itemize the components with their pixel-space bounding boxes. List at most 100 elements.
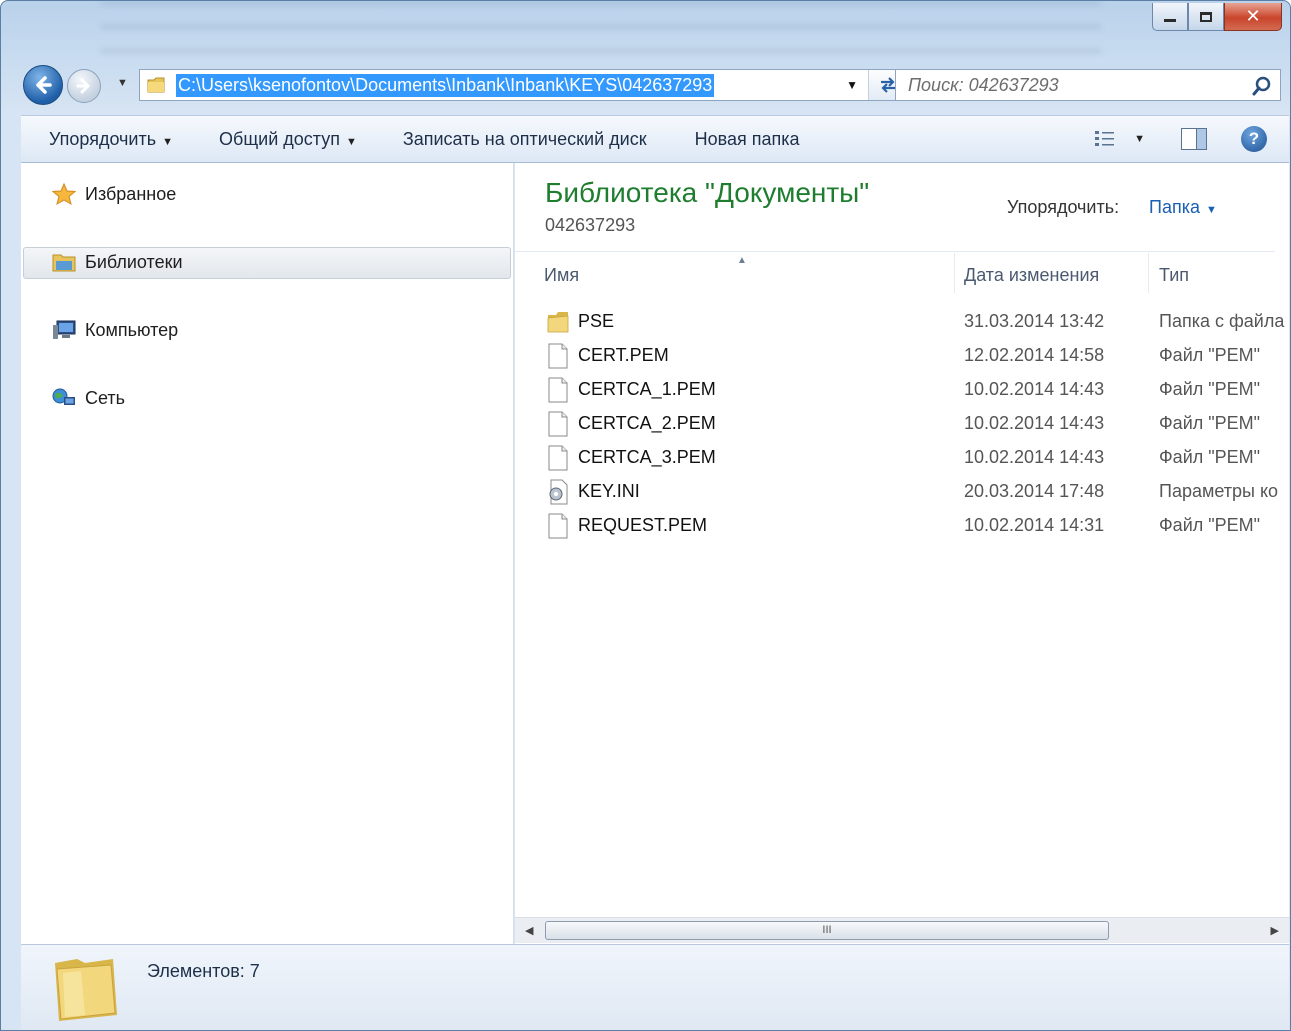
table-row[interactable]: CERT.PEM 12.02.2014 14:58 Файл "PEM": [515, 339, 1289, 373]
preview-pane-icon[interactable]: [1181, 128, 1207, 150]
library-icon: [51, 251, 77, 273]
horizontal-scrollbar[interactable]: ◀ III ▶: [515, 917, 1289, 943]
column-type[interactable]: Тип: [1159, 265, 1189, 286]
chevron-down-icon: ▼: [1205, 204, 1217, 216]
address-dropdown-icon[interactable]: ▼: [846, 78, 858, 92]
file-type: Файл "PEM": [1159, 379, 1261, 399]
sidebar-item-label: Сеть: [85, 387, 126, 408]
command-bar: Упорядочить ▼ Общий доступ ▼ Записать на о…: [21, 115, 1289, 163]
close-icon: ✕: [1245, 6, 1261, 27]
share-menu[interactable]: Общий доступ ▼: [219, 129, 357, 150]
computer-icon: [51, 319, 77, 341]
arrange-by-dropdown[interactable]: Папка ▼: [1149, 197, 1217, 218]
organize-menu[interactable]: Упорядочить ▼: [49, 129, 173, 150]
file-name: REQUEST.PEM: [578, 515, 708, 535]
minimize-button[interactable]: [1152, 3, 1188, 31]
file-type: Папка с файла: [1159, 311, 1285, 331]
file-icon: [547, 411, 569, 437]
file-type: Файл "PEM": [1159, 515, 1261, 535]
sort-ascending-icon: ▲: [737, 255, 747, 266]
arrange-by-label: Упорядочить:: [1007, 197, 1120, 217]
sidebar-item-computer[interactable]: Компьютер: [51, 319, 178, 341]
column-header: ▲ Имя Дата изменения Тип: [515, 253, 1289, 293]
file-type: Файл "PEM": [1159, 447, 1261, 467]
forward-button[interactable]: [67, 69, 101, 103]
view-options-icon: [1095, 131, 1115, 146]
minimize-icon: [1164, 19, 1176, 22]
search-icon[interactable]: [1252, 76, 1272, 96]
file-date: 20.03.2014 17:48: [964, 481, 1105, 501]
file-icon: [547, 445, 569, 471]
sidebar-item-label: Библиотеки: [85, 251, 183, 272]
scroll-thumb[interactable]: III: [545, 921, 1109, 940]
file-name: CERTCA_3.PEM: [578, 447, 716, 467]
file-type: Параметры ко: [1159, 481, 1279, 501]
search-box[interactable]: Поиск: 042637293: [895, 69, 1281, 101]
file-name: PSE: [578, 311, 615, 331]
back-button[interactable]: [23, 65, 63, 105]
file-icon: [547, 377, 569, 403]
sidebar-item-label: Компьютер: [85, 319, 179, 340]
network-icon: [51, 387, 77, 409]
file-date: 10.02.2014 14:43: [964, 379, 1105, 399]
table-row[interactable]: CERTCA_3.PEM 10.02.2014 14:43 Файл "PEM": [515, 441, 1289, 475]
window-controls: ✕: [1152, 3, 1282, 31]
chevron-down-icon: ▼: [345, 135, 357, 148]
new-folder-button[interactable]: Новая папка: [695, 129, 800, 150]
search-placeholder[interactable]: Поиск: 042637293: [908, 75, 1059, 96]
close-button[interactable]: ✕: [1224, 3, 1282, 31]
file-name: CERTCA_1.PEM: [578, 379, 716, 399]
table-row[interactable]: CERTCA_2.PEM 10.02.2014 14:43 Файл "PEM": [515, 407, 1289, 441]
file-date: 31.03.2014 13:42: [964, 311, 1105, 331]
star-icon: [51, 183, 77, 205]
maximize-icon: [1200, 11, 1212, 22]
column-separator[interactable]: [1148, 253, 1149, 293]
help-icon[interactable]: ?: [1241, 126, 1267, 152]
file-name: CERTCA_2.PEM: [578, 413, 716, 433]
sidebar-item-libraries[interactable]: Библиотеки: [51, 251, 183, 273]
column-separator[interactable]: [954, 253, 955, 293]
chevron-down-icon: ▼: [162, 135, 174, 148]
forward-arrow-icon: [76, 78, 90, 94]
recent-pages-dropdown-icon[interactable]: ▼: [117, 77, 128, 89]
back-arrow-icon: [36, 76, 52, 94]
status-bar: Элементов: 7: [21, 944, 1289, 1030]
folder-icon: [547, 309, 569, 335]
folder-icon: [55, 959, 117, 1021]
library-header-divider: [515, 251, 1275, 252]
explorer-window: ✕ ▼ C:\Users\ksenofontov\Documents\Inban…: [0, 0, 1291, 1031]
file-date: 10.02.2014 14:43: [964, 447, 1105, 467]
file-date: 12.02.2014 14:58: [964, 345, 1105, 365]
settings-file-icon: [547, 479, 569, 505]
file-icon: [547, 513, 569, 539]
address-bar[interactable]: C:\Users\ksenofontov\Documents\Inbank\In…: [139, 69, 907, 101]
column-date[interactable]: Дата изменения: [964, 265, 1099, 286]
sidebar-item-label: Избранное: [85, 183, 177, 204]
column-name[interactable]: Имя: [544, 265, 579, 286]
file-name: CERT.PEM: [578, 345, 669, 365]
address-path-text[interactable]: C:\Users\ksenofontov\Documents\Inbank\In…: [176, 73, 715, 97]
sidebar-item-network[interactable]: Сеть: [51, 387, 125, 409]
sidebar-item-favorites[interactable]: Избранное: [51, 183, 176, 205]
navigation-bar: ▼ C:\Users\ksenofontov\Documents\Inbank\…: [23, 65, 1283, 105]
file-date: 10.02.2014 14:43: [964, 413, 1105, 433]
file-date: 10.02.2014 14:31: [964, 515, 1105, 535]
burn-disc-button[interactable]: Записать на оптический диск: [403, 129, 647, 150]
change-view-button[interactable]: ▼: [1094, 129, 1145, 149]
navigation-pane: Избранное Библиотеки Компьютер Сеть: [21, 163, 514, 944]
maximize-button[interactable]: [1188, 3, 1224, 31]
table-row[interactable]: KEY.INI 20.03.2014 17:48 Параметры ко: [515, 475, 1289, 509]
library-title: Библиотека "Документы": [545, 177, 870, 208]
title-bar-background: [101, 1, 1101, 61]
file-name: KEY.INI: [578, 481, 640, 501]
toolbar-right-controls: ▼ ?: [1094, 126, 1267, 152]
file-type: Файл "PEM": [1159, 345, 1261, 365]
item-count: Элементов: 7: [147, 961, 260, 981]
scroll-right-icon[interactable]: ▶: [1271, 924, 1279, 937]
chevron-down-icon: ▼: [1134, 133, 1145, 145]
table-row[interactable]: PSE 31.03.2014 13:42 Папка с файла: [515, 305, 1289, 339]
scroll-left-icon[interactable]: ◀: [525, 924, 533, 937]
table-row[interactable]: REQUEST.PEM 10.02.2014 14:31 Файл "PEM": [515, 509, 1289, 543]
table-row[interactable]: CERTCA_1.PEM 10.02.2014 14:43 Файл "PEM": [515, 373, 1289, 407]
content-pane: Библиотека "Документы" 042637293 Упорядо…: [515, 163, 1289, 944]
